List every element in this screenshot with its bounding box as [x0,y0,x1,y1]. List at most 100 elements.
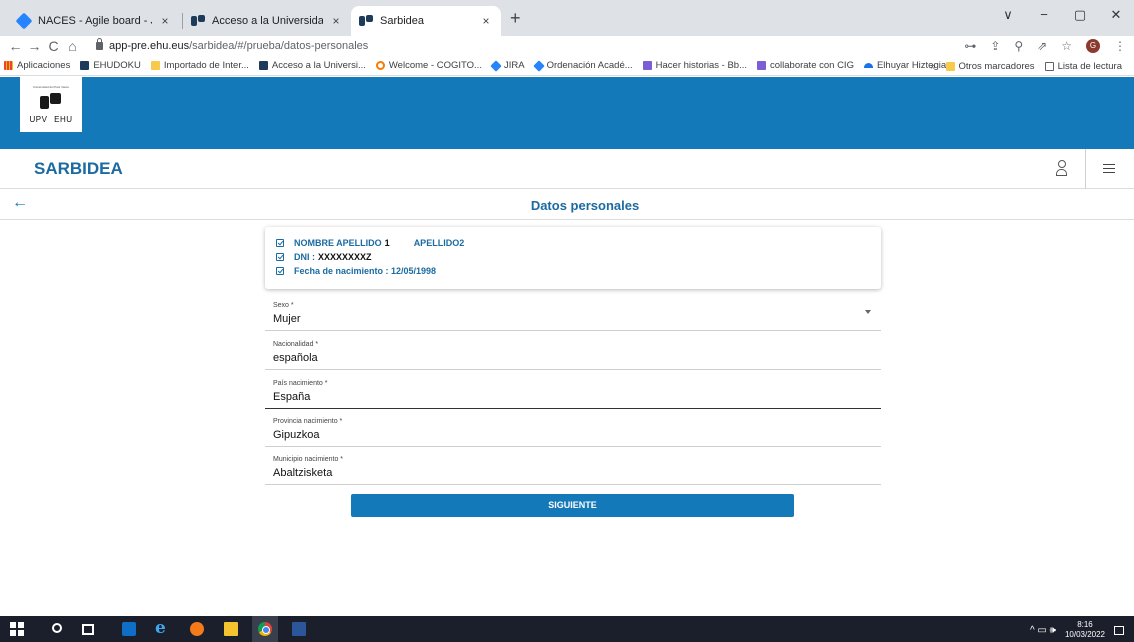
provincia-nacimiento-field[interactable]: Provincia nacimiento * Gipuzkoa [265,409,881,447]
bookmark-cogito[interactable]: Welcome - COGITO... [375,60,482,71]
bookmark-label: collaborate con CIG [770,60,854,71]
zoom-icon[interactable]: ⚲ [1014,39,1023,53]
clock[interactable]: 8:16 10/03/2022 [1065,620,1105,640]
word-icon[interactable] [292,622,306,636]
url-path: /sarbidea/#/prueba/datos-personales [189,40,369,52]
bookmark-otros[interactable]: Otros marcadores [945,60,1035,72]
close-window-button[interactable]: ✕ [1098,0,1134,30]
tray-icons[interactable]: ^ ▭ 🕪 [1030,625,1056,636]
user-icon [1056,160,1067,176]
forward-arrow-icon[interactable]: → [25,38,44,54]
upv-icon [359,15,373,27]
personal-summary-card: NOMBRE APELLIDO 1 APELLIDO2 DNI : XXXXXX… [265,227,881,289]
notification-icon[interactable] [1114,625,1124,635]
back-arrow-icon[interactable]: ← [6,38,25,54]
page-header: ← Datos personales [0,190,1134,220]
dropdown-arrow-icon[interactable] [865,310,871,314]
close-icon[interactable]: × [479,14,493,28]
bookmark-importado[interactable]: Importado de Inter... [150,60,249,71]
hamburger-icon [1103,164,1115,173]
send-icon[interactable]: ⇗ [1037,39,1047,53]
jira-icon [490,59,502,72]
close-icon[interactable]: × [329,14,343,28]
field-label: Nacionalidad * [273,341,319,348]
bookmark-label: Otros marcadores [958,60,1035,72]
reload-icon[interactable]: C [44,38,63,54]
reading-list-icon [1044,61,1054,71]
bookmark-collaborate[interactable]: collaborate con CIG [757,60,854,71]
chrome-icon[interactable] [258,622,272,636]
bookmark-hacer-historias[interactable]: Hacer historias - Bb... [642,60,747,71]
firefox-icon[interactable] [190,622,204,636]
field-value: Abaltzisketa [273,467,333,479]
siguiente-button[interactable]: SIGUIENTE [351,494,794,517]
bookmark-acceso[interactable]: Acceso a la Universi... [258,60,366,71]
play-icon [642,61,652,70]
key-icon[interactable]: ⊶ [964,39,976,53]
browser-toolbar: ← → C ⌂ app-pre.ehu.eus/sarbidea/#/prueb… [0,36,1134,56]
minimize-button[interactable]: − [1026,0,1062,30]
logo-subtext: Universidad del País Vasco [32,85,70,89]
lock-icon[interactable] [96,38,103,50]
outlook-icon[interactable] [122,622,136,636]
task-view-icon[interactable] [82,624,94,635]
more-icon[interactable]: ⋮ [1114,39,1126,53]
app-header: Universidad del País Vasco UPV EHU [0,77,1134,149]
municipio-nacimiento-field[interactable]: Municipio nacimiento * Abaltzisketa [265,447,881,485]
field-label: Sexo * [273,302,294,309]
reading-list-button[interactable]: Lista de lectura [1044,61,1122,72]
app-title: SARBIDEA [34,159,123,178]
toolbar-actions: ⊶ ⇪ ⚲ ⇗ ☆ G ⋮ [964,36,1126,56]
summary-dni-label: DNI : [294,252,315,262]
bookmark-aplicaciones[interactable]: Aplicaciones [4,60,70,71]
tab-title: NACES - Agile board - Jira [38,15,152,27]
clock-date: 10/03/2022 [1064,630,1105,639]
field-value: española [273,352,318,364]
share-icon[interactable]: ⇪ [990,39,1000,53]
windows-start-icon[interactable] [10,622,24,636]
tab-sarbidea[interactable]: Sarbidea × [351,6,501,36]
menu-button[interactable] [1086,149,1134,189]
sexo-select[interactable]: Sexo * Mujer [265,293,881,331]
folder-icon [945,61,955,71]
field-value: Mujer [273,313,301,325]
bookmark-label: Acceso a la Universi... [271,60,366,71]
bookmark-ehudoku[interactable]: EHUDOKU [80,60,141,71]
maximize-button[interactable]: ▢ [1062,0,1098,30]
tab-acceso[interactable]: Acceso a la Universidad - UPV/EHU × [183,6,351,36]
profile-avatar[interactable]: G [1086,39,1100,53]
bookmark-label: Aplicaciones [17,60,71,71]
tab-jira[interactable]: NACES - Agile board - Jira × [10,6,180,36]
summary-surname2: APELLIDO2 [413,238,465,248]
browser-tab-bar: NACES - Agile board - Jira × Acceso a la… [0,0,1134,36]
pais-nacimiento-field[interactable]: País nacimiento * España [265,371,881,409]
summary-name-suffix: 1 [384,238,390,248]
clock-time: 8:16 [1077,620,1093,629]
field-value: España [273,391,311,403]
jira-icon [15,12,33,30]
field-label: País nacimiento * [273,380,328,387]
summary-dni-value: XXXXXXXXZ [318,252,372,262]
bookmark-ordenacion[interactable]: Ordenación Acadé... [532,59,633,72]
star-icon[interactable]: ☆ [1061,39,1072,53]
bookmark-label: Welcome - COGITO... [388,60,482,71]
tab-search-button[interactable]: ∨ [990,0,1026,30]
url-host: app-pre.ehu.eus [109,40,190,52]
file-explorer-icon[interactable] [224,622,238,636]
search-icon[interactable] [52,623,62,633]
new-tab-button[interactable]: + [510,9,521,27]
user-button[interactable] [1036,149,1086,189]
upv-ehu-logo[interactable]: Universidad del País Vasco UPV EHU [20,77,82,132]
home-icon[interactable]: ⌂ [63,38,82,54]
bookmark-jira[interactable]: JIRA [490,59,525,72]
internet-explorer-icon[interactable]: e [155,618,169,638]
upv-icon [80,61,90,70]
close-icon[interactable]: × [158,14,172,28]
boat-icon [863,63,873,68]
apps-grid-icon [4,61,13,70]
tab-title: Sarbidea [380,15,425,27]
address-bar[interactable]: app-pre.ehu.eus/sarbidea/#/prueba/datos-… [109,40,368,52]
bookmarks-more-button[interactable]: » [930,61,935,72]
nacionalidad-field[interactable]: Nacionalidad * española [265,332,881,370]
field-label: Municipio nacimiento * [273,456,344,463]
